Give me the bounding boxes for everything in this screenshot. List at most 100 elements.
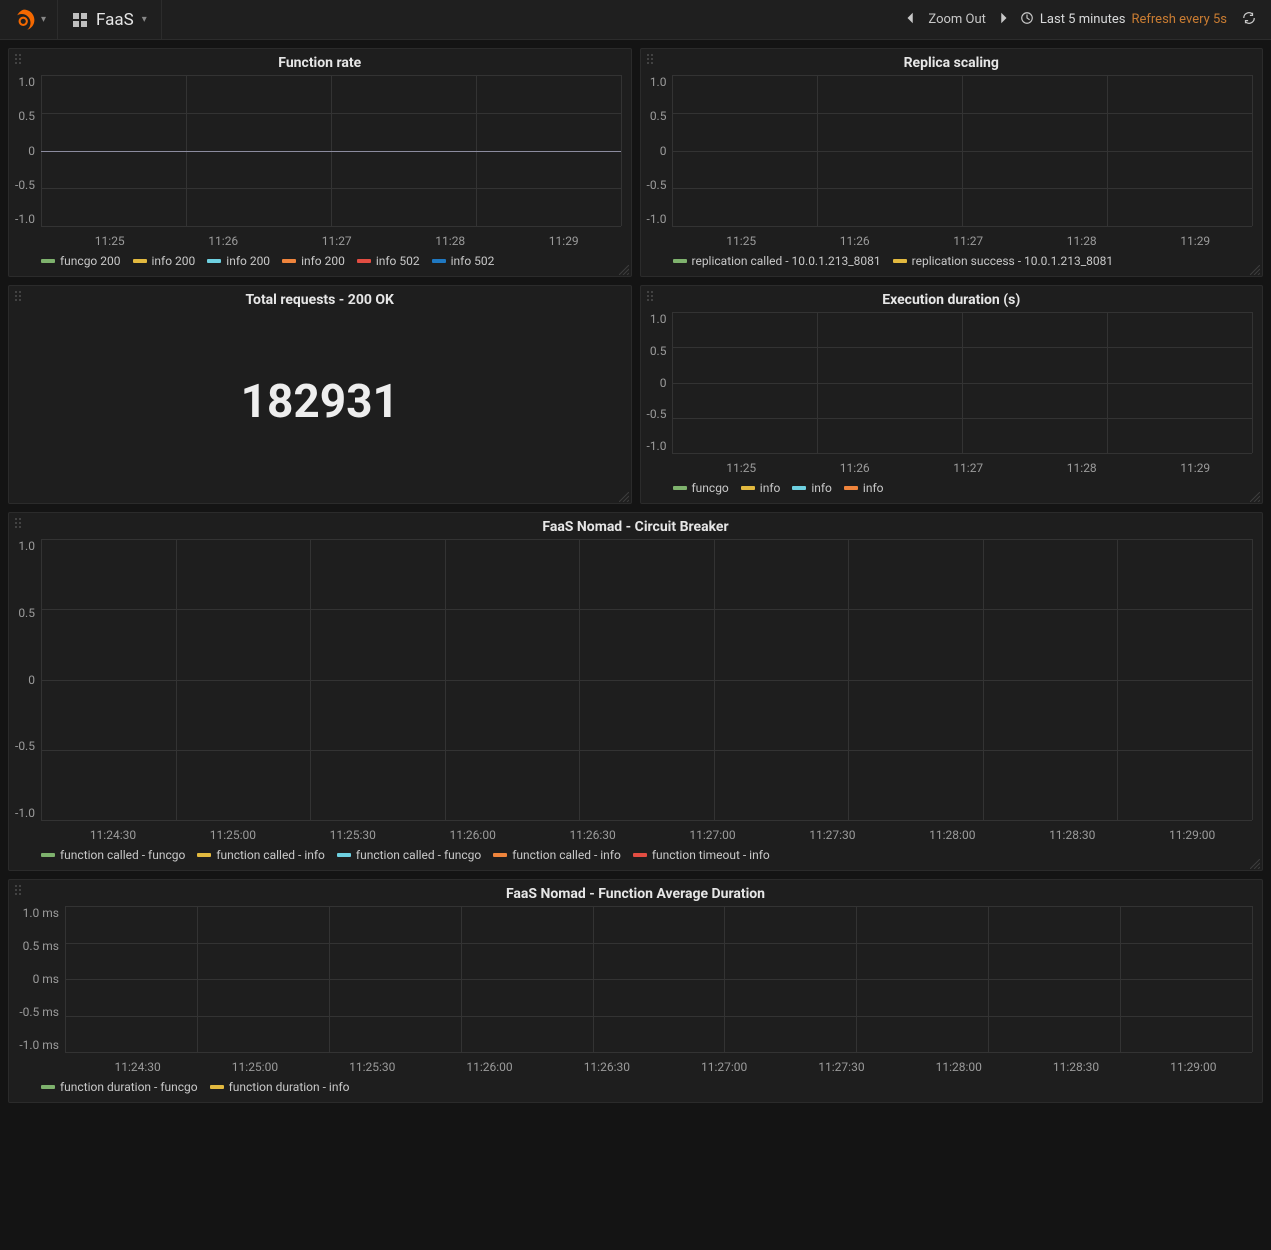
panel-title[interactable]: Replica scaling — [641, 55, 1263, 71]
legend-swatch-icon — [633, 853, 647, 857]
y-axis: 1.00.50-0.5-1.0 — [647, 75, 673, 226]
chart-plot[interactable] — [41, 75, 621, 226]
legend-item[interactable]: info 200 — [282, 254, 345, 268]
chart-plot[interactable] — [41, 539, 1252, 820]
time-back-button[interactable] — [904, 11, 918, 29]
drag-handle-icon[interactable] — [13, 884, 25, 896]
panel-title[interactable]: Function rate — [9, 55, 631, 71]
legend-item[interactable]: info 502 — [432, 254, 495, 268]
axis-tick: 11:29:00 — [1135, 1060, 1252, 1074]
legend-swatch-icon — [844, 486, 858, 490]
time-forward-button[interactable] — [996, 11, 1010, 29]
legend-item[interactable]: function timeout - info — [633, 848, 770, 862]
axis-tick: 11:27:00 — [665, 1060, 782, 1074]
chevron-down-icon: ▾ — [142, 14, 147, 25]
axis-tick: 11:25 — [685, 234, 799, 248]
legend-item[interactable]: function called - info — [493, 848, 621, 862]
legend-item[interactable]: replication success - 10.0.1.213_8081 — [893, 254, 1113, 268]
legend-item[interactable]: info 200 — [133, 254, 196, 268]
time-range-picker[interactable]: Last 5 minutes Refresh every 5s — [1020, 11, 1227, 29]
legend-item[interactable]: function called - info — [197, 848, 325, 862]
singlestat-value: 182931 — [9, 312, 631, 492]
chart-plot[interactable] — [672, 312, 1252, 453]
save-dashboard-button[interactable] — [226, 0, 258, 40]
legend-item[interactable]: function called - funcgo — [337, 848, 481, 862]
panel-title[interactable]: FaaS Nomad - Circuit Breaker — [9, 519, 1262, 535]
resize-handle-icon[interactable] — [1250, 858, 1260, 868]
panel-circuit-breaker: FaaS Nomad - Circuit Breaker 1.00.50-0.5… — [8, 512, 1263, 871]
dashboard-picker[interactable]: FaaS ▾ — [58, 0, 162, 40]
axis-tick: -1.0 — [647, 212, 667, 226]
drag-handle-icon[interactable] — [13, 53, 25, 65]
time-range-label: Last 5 minutes — [1040, 12, 1126, 27]
axis-tick: 11:29:00 — [1132, 828, 1252, 842]
legend-item[interactable]: info 502 — [357, 254, 420, 268]
legend-label: replication success - 10.0.1.213_8081 — [912, 254, 1113, 268]
dashboards-grid-icon — [72, 12, 88, 28]
legend-item[interactable]: funcgo — [673, 481, 729, 495]
legend-item[interactable]: funcgo 200 — [41, 254, 121, 268]
legend-label: function called - info — [216, 848, 325, 862]
drag-handle-icon[interactable] — [645, 290, 657, 302]
x-axis: 11:2511:2611:2711:2811:29 — [9, 230, 631, 250]
axis-tick: 0.5 — [647, 344, 667, 358]
x-axis: 11:2511:2611:2711:2811:29 — [641, 230, 1263, 250]
axis-tick: 11:28 — [1025, 461, 1139, 475]
panel-exec-duration: Execution duration (s) 1.00.50-0.5-1.0 1… — [640, 285, 1264, 504]
zoom-out-button[interactable]: Zoom Out — [928, 12, 985, 27]
legend-item[interactable]: replication called - 10.0.1.213_8081 — [673, 254, 881, 268]
axis-tick: 0.5 ms — [15, 939, 59, 953]
chart-plot[interactable] — [672, 75, 1252, 226]
resize-handle-icon[interactable] — [619, 491, 629, 501]
axis-tick: 0.5 — [15, 606, 35, 620]
legend-swatch-icon — [207, 259, 221, 263]
resize-handle-icon[interactable] — [619, 264, 629, 274]
chevron-down-icon: ▾ — [41, 14, 46, 25]
legend-item[interactable]: function duration - info — [210, 1080, 350, 1094]
legend-item[interactable]: info 200 — [207, 254, 270, 268]
dashboard-name: FaaS — [96, 10, 134, 30]
legend-label: replication called - 10.0.1.213_8081 — [692, 254, 881, 268]
grafana-logo-menu[interactable]: ▾ — [0, 0, 58, 40]
axis-tick: -0.5 ms — [15, 1005, 59, 1019]
drag-handle-icon[interactable] — [645, 53, 657, 65]
legend: funcgo info info info — [641, 477, 1263, 503]
axis-tick: -0.5 — [647, 407, 667, 421]
axis-tick: 11:28:30 — [1017, 1060, 1134, 1074]
legend-label: info — [811, 481, 832, 495]
legend-item[interactable]: info — [792, 481, 832, 495]
legend-swatch-icon — [197, 853, 211, 857]
resize-handle-icon[interactable] — [1250, 264, 1260, 274]
chart-plot[interactable] — [65, 906, 1252, 1052]
refresh-button[interactable] — [1237, 0, 1261, 40]
share-dashboard-button[interactable] — [194, 0, 226, 40]
legend-item[interactable]: function duration - funcgo — [41, 1080, 198, 1094]
legend: replication called - 10.0.1.213_8081 repl… — [641, 250, 1263, 276]
dashboard-grid: Function rate 1.00.50-0.5-1.0 11:2511:26… — [0, 40, 1271, 1111]
settings-button[interactable] — [258, 0, 290, 40]
legend-item[interactable]: info — [844, 481, 884, 495]
axis-tick: 0 — [647, 376, 667, 390]
legend-swatch-icon — [357, 259, 371, 263]
axis-tick: 11:28 — [394, 234, 508, 248]
axis-tick: 0 ms — [15, 972, 59, 986]
axis-tick: -1.0 — [15, 806, 35, 820]
panel-title[interactable]: Total requests - 200 OK — [9, 292, 631, 308]
legend-item[interactable]: info — [741, 481, 781, 495]
axis-tick: 1.0 — [15, 75, 35, 89]
axis-tick: 11:25:00 — [173, 828, 293, 842]
legend-label: info 502 — [451, 254, 495, 268]
drag-handle-icon[interactable] — [13, 517, 25, 529]
star-dashboard-button[interactable] — [162, 0, 194, 40]
drag-handle-icon[interactable] — [13, 290, 25, 302]
axis-tick: -1.0 ms — [15, 1038, 59, 1052]
legend-label: info 200 — [152, 254, 196, 268]
legend-swatch-icon — [41, 1085, 55, 1089]
legend-item[interactable]: function called - funcgo — [41, 848, 185, 862]
axis-tick: 0 — [15, 673, 35, 687]
panel-title[interactable]: FaaS Nomad - Function Average Duration — [9, 886, 1262, 902]
legend-label: function duration - funcgo — [60, 1080, 198, 1094]
resize-handle-icon[interactable] — [1250, 491, 1260, 501]
y-axis: 1.00.50-0.5-1.0 — [647, 312, 673, 453]
panel-title[interactable]: Execution duration (s) — [641, 292, 1263, 308]
